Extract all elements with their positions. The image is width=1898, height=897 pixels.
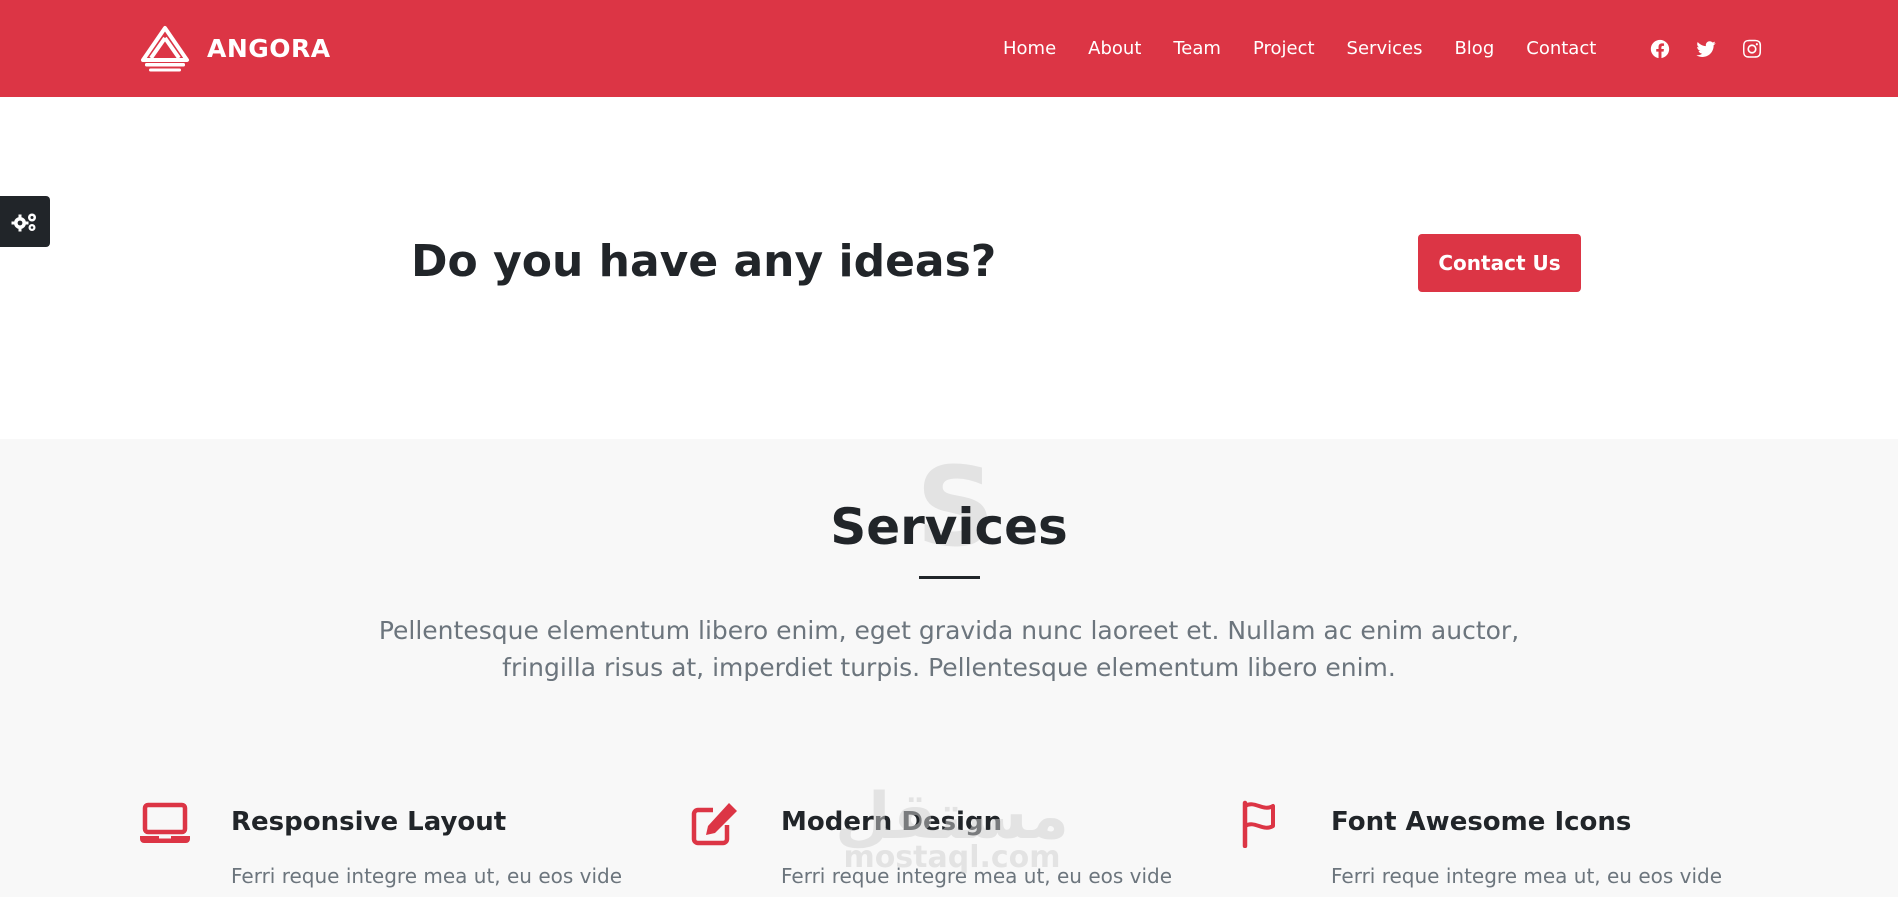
twitter-icon[interactable] <box>1694 37 1718 61</box>
service-text: Ferri reque integre mea ut, eu eos vide <box>231 864 623 888</box>
brand[interactable]: ANGORA <box>139 24 331 72</box>
cta-heading: Do you have any ideas? <box>411 236 997 287</box>
section-title: Services <box>830 498 1068 556</box>
nav-project[interactable]: Project <box>1253 38 1315 59</box>
service-title: Modern Design <box>781 807 1003 837</box>
section-description-line-1: Pellentesque elementum libero enim, eget… <box>378 616 1520 645</box>
brand-name: ANGORA <box>207 33 331 63</box>
nav-about[interactable]: About <box>1088 38 1141 59</box>
edit-icon <box>689 800 741 848</box>
brand-logo-icon <box>141 26 189 72</box>
facebook-icon[interactable] <box>1648 37 1672 61</box>
service-title: Responsive Layout <box>231 807 507 837</box>
contact-us-button[interactable]: Contact Us <box>1418 234 1581 292</box>
nav-contact[interactable]: Contact <box>1526 38 1596 59</box>
nav-blog[interactable]: Blog <box>1454 38 1494 59</box>
social-links <box>1648 0 1764 97</box>
laptop-icon <box>139 800 191 848</box>
section-description: Pellentesque elementum libero enim, eget… <box>349 612 1549 686</box>
service-title: Font Awesome Icons <box>1331 807 1632 837</box>
section-divider <box>919 576 980 579</box>
service-text: Ferri reque integre mea ut, eu eos vide <box>781 864 1173 888</box>
nav-team[interactable]: Team <box>1173 38 1221 59</box>
settings-tab[interactable] <box>0 196 50 247</box>
section-description-line-2: fringilla risus at, imperdiet turpis. Pe… <box>502 653 1396 682</box>
navbar: ANGORA Home About Team Project Services … <box>0 0 1898 97</box>
flag-icon <box>1239 800 1291 849</box>
nav-home[interactable]: Home <box>1003 38 1056 59</box>
main-nav: Home About Team Project Services Blog Co… <box>1003 0 1596 97</box>
instagram-icon[interactable] <box>1740 37 1764 61</box>
gears-icon <box>11 213 36 231</box>
nav-services[interactable]: Services <box>1347 38 1423 59</box>
service-text: Ferri reque integre mea ut, eu eos vide <box>1331 864 1723 888</box>
